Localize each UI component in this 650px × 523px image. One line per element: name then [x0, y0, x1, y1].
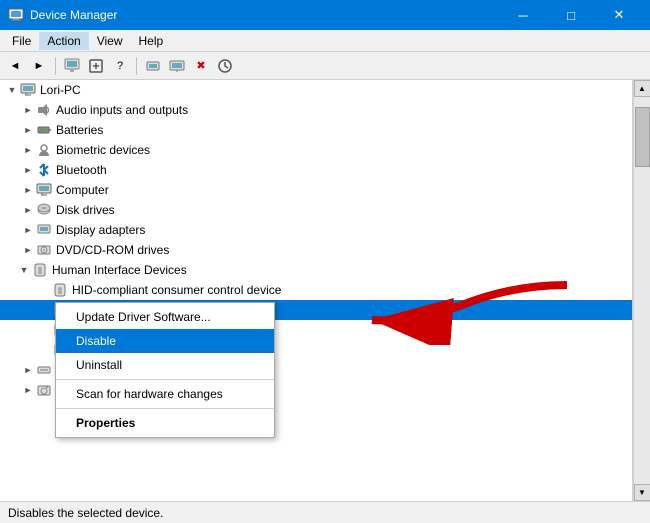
toolbar: ◄ ► ? ✖ [0, 52, 650, 80]
tree-item-hid[interactable]: ▼ Human Interface Devices [0, 260, 632, 280]
biometric-label: Biometric devices [56, 143, 150, 157]
scan-icon [88, 58, 104, 74]
context-menu: Update Driver Software... Disable Uninst… [55, 302, 275, 438]
computer-label: Computer [56, 183, 109, 197]
ctx-disable[interactable]: Disable [56, 329, 274, 353]
ctx-uninstall[interactable]: Uninstall [56, 353, 274, 377]
battery-icon [36, 122, 52, 138]
scroll-thumb[interactable] [635, 107, 650, 167]
expand-hid[interactable]: ▼ [16, 262, 32, 278]
ctx-properties[interactable]: Properties [56, 411, 274, 435]
root-label: Lori-PC [40, 83, 81, 97]
bluetooth-icon [36, 162, 52, 178]
dvd-icon [36, 242, 52, 258]
tree-panel: ▼ Lori-PC ► Audio inputs and outputs [0, 80, 633, 501]
menu-view[interactable]: View [89, 32, 131, 50]
expand-dvd[interactable]: ► [20, 242, 36, 258]
scroll-up[interactable]: ▲ [634, 80, 650, 97]
computer-icon [20, 82, 36, 98]
network-icon [145, 58, 161, 74]
title-bar: Device Manager ─ □ ✕ [0, 0, 650, 30]
ide-icon [36, 362, 52, 378]
minimize-button[interactable]: ─ [500, 0, 546, 30]
hid-label: Human Interface Devices [52, 263, 187, 277]
toolbar-forward[interactable]: ► [28, 55, 50, 77]
toolbar-sep-2 [136, 57, 137, 75]
scroll-down[interactable]: ▼ [634, 484, 650, 501]
toolbar-help[interactable]: ? [109, 55, 131, 77]
app-icon [8, 7, 24, 23]
bluetooth-label: Bluetooth [56, 163, 107, 177]
close-button[interactable]: ✕ [596, 0, 642, 30]
tree-item-audio[interactable]: ► Audio inputs and outputs [0, 100, 632, 120]
expand-audio[interactable]: ► [20, 102, 36, 118]
toolbar-sep-1 [55, 57, 56, 75]
dvd-label: DVD/CD-ROM drives [56, 243, 169, 257]
display-label: Display adapters [56, 223, 145, 237]
expand-disk[interactable]: ► [20, 202, 36, 218]
tree-item-hid-consumer[interactable]: HID-compliant consumer control device [0, 280, 632, 300]
tree-item-biometric[interactable]: ► Biometric devices [0, 140, 632, 160]
menu-help[interactable]: Help [131, 32, 172, 50]
ctx-sep-2 [56, 408, 274, 409]
toolbar-update[interactable] [214, 55, 236, 77]
toolbar-scan[interactable] [85, 55, 107, 77]
expand-biometric[interactable]: ► [20, 142, 36, 158]
expand-display[interactable]: ► [20, 222, 36, 238]
tree-item-batteries[interactable]: ► Batteries [0, 120, 632, 140]
toolbar-network[interactable] [142, 55, 164, 77]
expand-batteries[interactable]: ► [20, 122, 36, 138]
audio-label: Audio inputs and outputs [56, 103, 188, 117]
batteries-label: Batteries [56, 123, 103, 137]
expand-imaging[interactable]: ► [20, 382, 36, 398]
computer-small-icon [36, 182, 52, 198]
ctx-sep-1 [56, 379, 274, 380]
toolbar-display[interactable] [166, 55, 188, 77]
audio-icon [36, 102, 52, 118]
display-icon [169, 58, 185, 74]
menu-bar: File Action View Help [0, 30, 650, 52]
maximize-button[interactable]: □ [548, 0, 594, 30]
tree-item-disk[interactable]: ► Disk drives [0, 200, 632, 220]
biometric-icon [36, 142, 52, 158]
update-icon [217, 58, 233, 74]
disk-label: Disk drives [56, 203, 115, 217]
menu-file[interactable]: File [4, 32, 39, 50]
title-bar-left: Device Manager [8, 7, 117, 23]
tree-item-root[interactable]: ▼ Lori-PC [0, 80, 632, 100]
tree-item-computer[interactable]: ► Computer [0, 180, 632, 200]
disk-icon [36, 202, 52, 218]
toolbar-back[interactable]: ◄ [4, 55, 26, 77]
scrollbar: ▲ ▼ [633, 80, 650, 501]
status-text: Disables the selected device. [8, 506, 163, 520]
expand-bluetooth[interactable]: ► [20, 162, 36, 178]
hid-icon [32, 262, 48, 278]
toolbar-delete[interactable]: ✖ [190, 55, 212, 77]
expand-ide[interactable]: ► [20, 362, 36, 378]
hid-consumer-icon [52, 282, 68, 298]
ctx-update[interactable]: Update Driver Software... [56, 305, 274, 329]
imaging-icon [36, 382, 52, 398]
scroll-track[interactable] [634, 97, 650, 484]
ctx-scan[interactable]: Scan for hardware changes [56, 382, 274, 406]
expand-root[interactable]: ▼ [4, 82, 20, 98]
display-small-icon [36, 222, 52, 238]
menu-action[interactable]: Action [39, 32, 88, 50]
properties-icon [64, 58, 80, 74]
tree-item-bluetooth[interactable]: ► Bluetooth [0, 160, 632, 180]
main-panel: ▼ Lori-PC ► Audio inputs and outputs [0, 80, 650, 501]
window-title: Device Manager [30, 8, 117, 22]
expand-computer[interactable]: ► [20, 182, 36, 198]
window-controls: ─ □ ✕ [500, 0, 642, 30]
status-bar: Disables the selected device. [0, 501, 650, 523]
hid-consumer-label: HID-compliant consumer control device [72, 283, 281, 297]
toolbar-properties[interactable] [61, 55, 83, 77]
tree-item-display[interactable]: ► Display adapters [0, 220, 632, 240]
tree-item-dvd[interactable]: ► DVD/CD-ROM drives [0, 240, 632, 260]
